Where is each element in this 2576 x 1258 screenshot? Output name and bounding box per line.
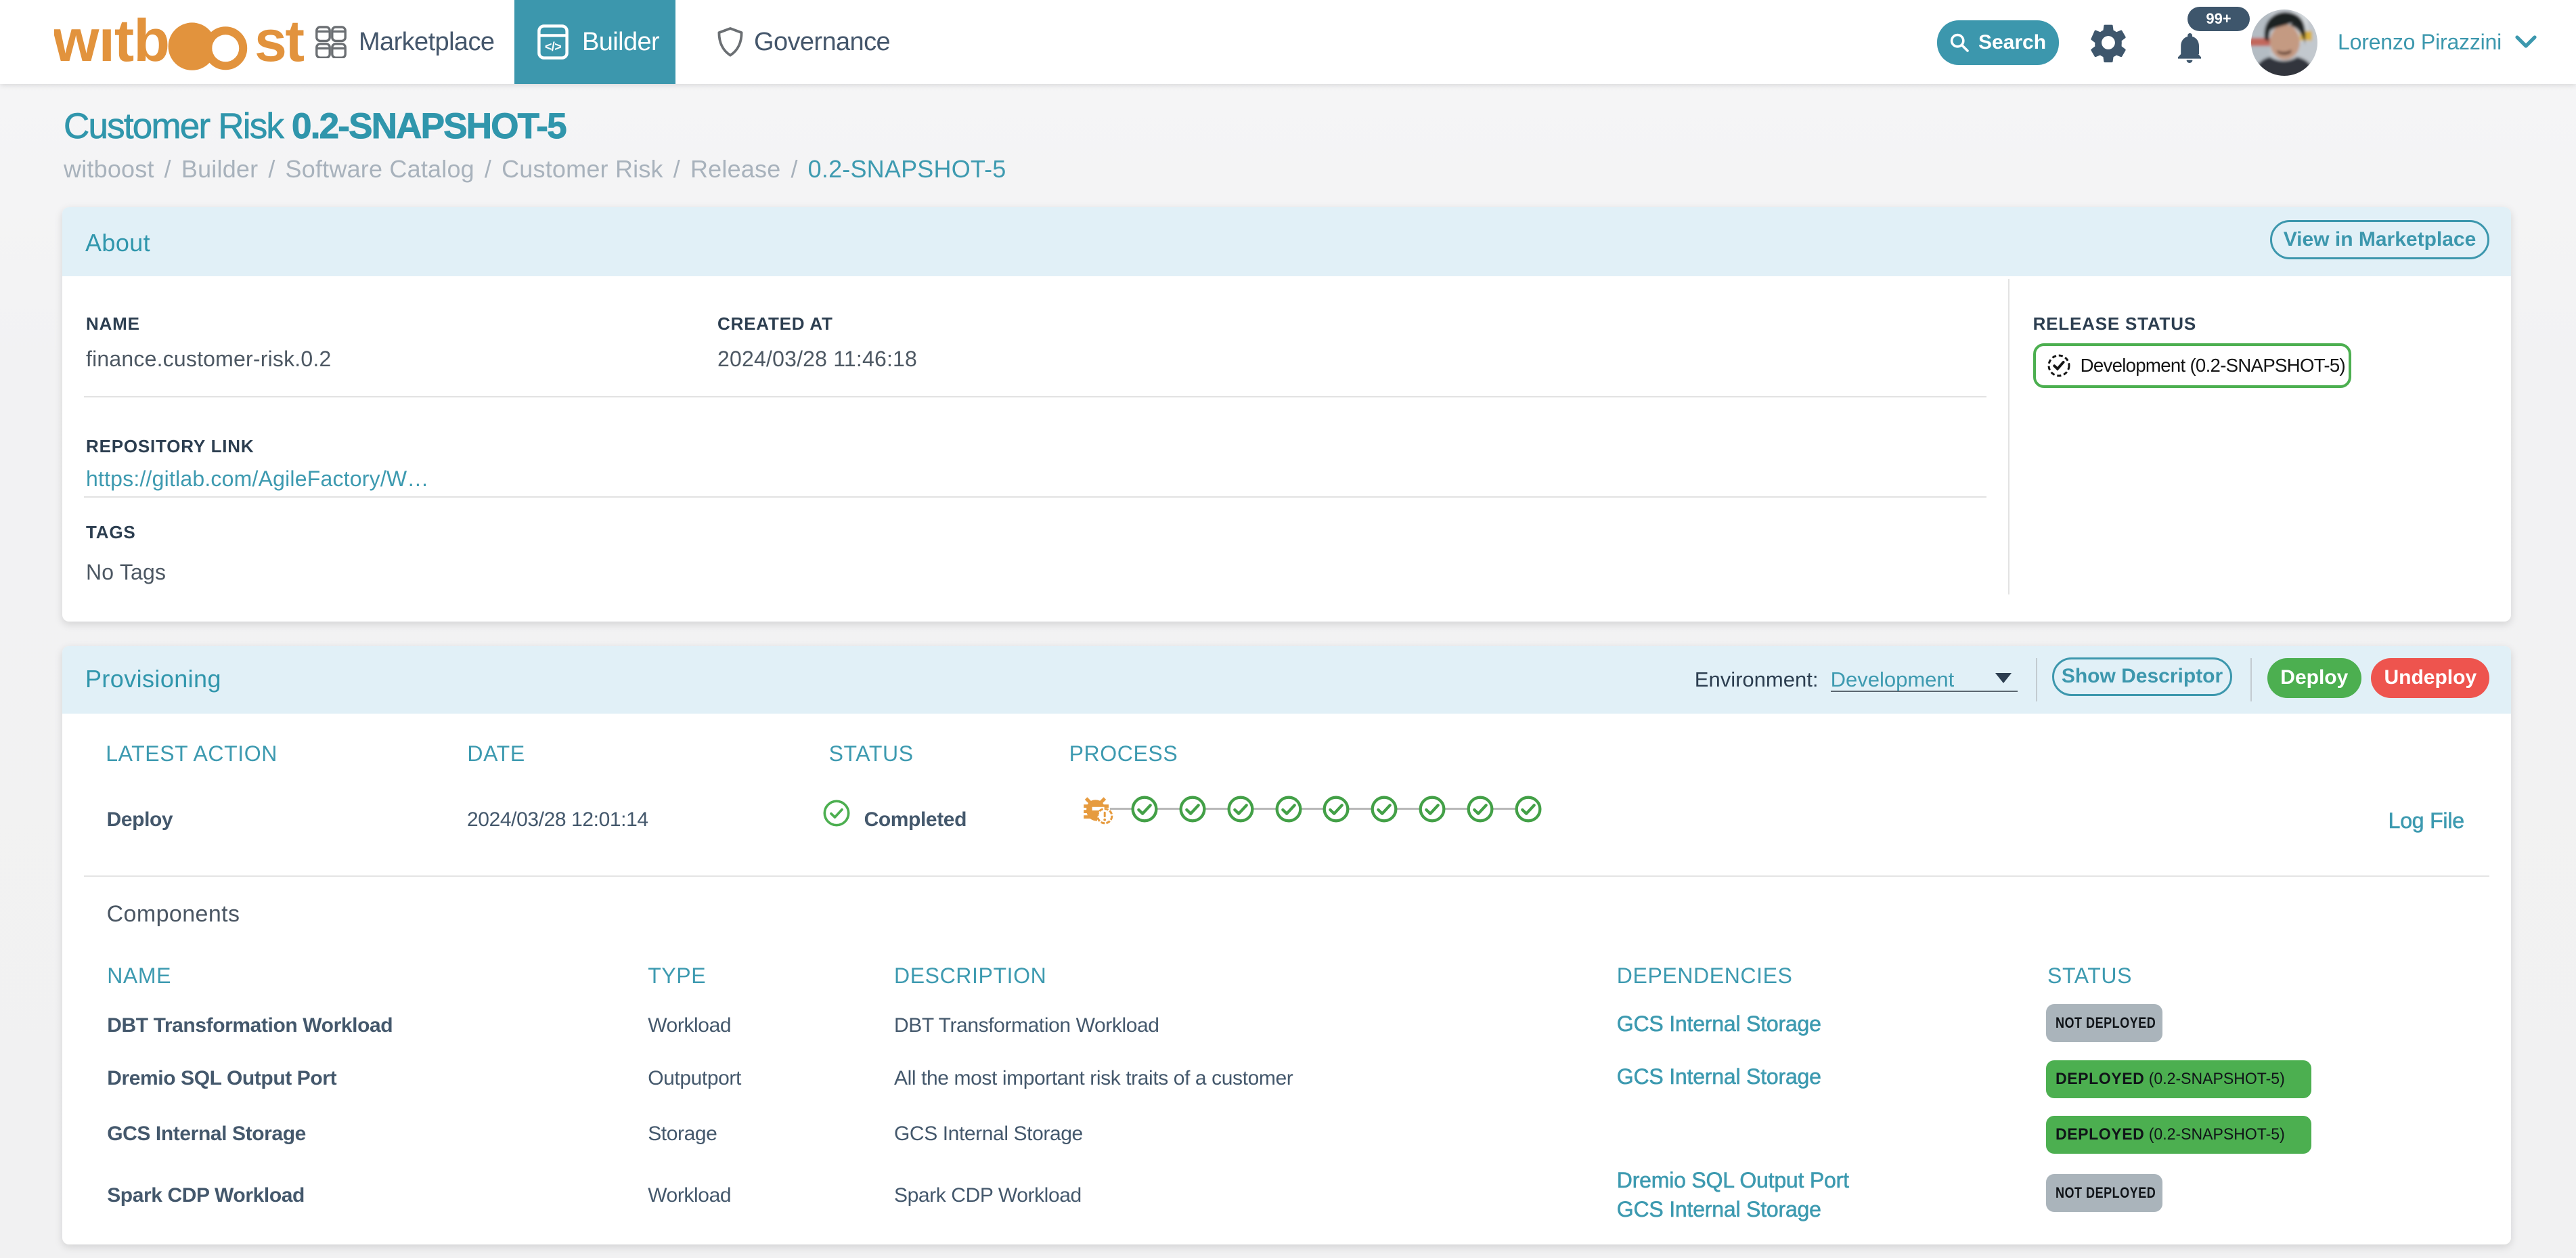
svg-text:st: st [254, 9, 304, 74]
svg-text:</>: </> [545, 40, 561, 53]
svg-text:wıtb: wıtb [54, 7, 169, 74]
